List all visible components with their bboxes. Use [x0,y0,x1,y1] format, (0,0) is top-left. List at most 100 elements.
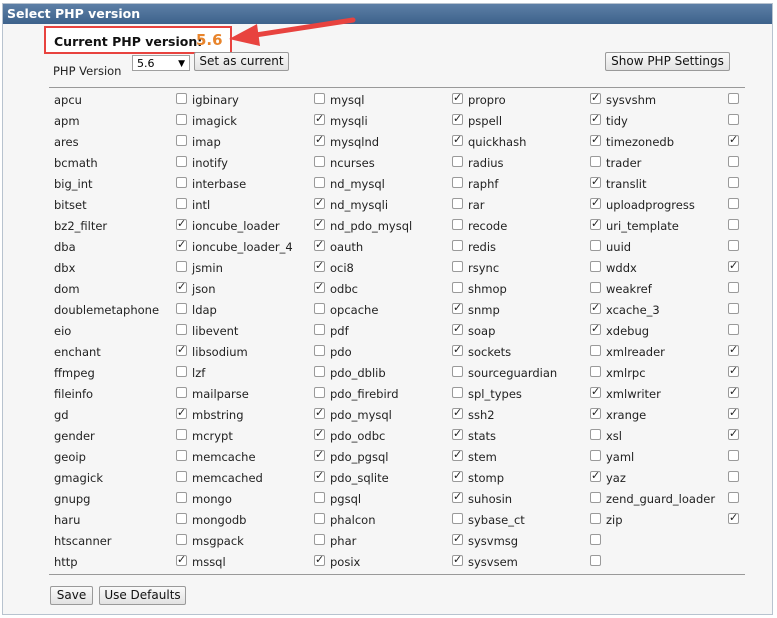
extension-checkbox[interactable] [452,282,463,293]
extension-checkbox[interactable] [728,93,739,104]
extension-checkbox[interactable] [452,553,463,566]
extension-checkbox[interactable] [590,345,601,356]
extension-checkbox[interactable] [590,91,601,104]
use-defaults-button[interactable]: Use Defaults [99,586,186,605]
extension-checkbox[interactable] [728,511,739,524]
extension-checkbox[interactable] [590,112,601,125]
extension-checkbox[interactable] [728,343,739,356]
extension-checkbox[interactable] [452,240,463,251]
extension-checkbox[interactable] [452,177,463,188]
set-as-current-button[interactable]: Set as current [194,52,289,71]
extension-checkbox[interactable] [452,156,463,167]
extension-checkbox[interactable] [176,534,187,545]
extension-checkbox[interactable] [728,427,739,440]
extension-checkbox[interactable] [452,343,463,356]
extension-checkbox[interactable] [728,303,739,314]
extension-checkbox[interactable] [452,133,463,146]
extension-checkbox[interactable] [728,240,739,251]
extension-checkbox[interactable] [176,177,187,188]
extension-checkbox[interactable] [314,492,325,503]
extension-checkbox[interactable] [176,135,187,146]
extension-checkbox[interactable] [590,175,601,188]
extension-checkbox[interactable] [728,114,739,125]
extension-checkbox[interactable] [452,198,463,209]
extension-checkbox[interactable] [452,366,463,377]
extension-checkbox[interactable] [452,532,463,545]
extension-checkbox[interactable] [728,177,739,188]
extension-checkbox[interactable] [728,219,739,230]
extension-checkbox[interactable] [314,345,325,356]
extension-checkbox[interactable] [314,534,325,545]
extension-checkbox[interactable] [590,196,601,209]
extension-checkbox[interactable] [590,282,601,293]
extension-checkbox[interactable] [452,490,463,503]
extension-checkbox[interactable] [590,450,601,461]
extension-checkbox[interactable] [452,448,463,461]
extension-checkbox[interactable] [176,93,187,104]
extension-checkbox[interactable] [728,198,739,209]
extension-checkbox[interactable] [176,238,187,251]
extension-checkbox[interactable] [176,156,187,167]
extension-checkbox[interactable] [590,429,601,440]
extension-checkbox[interactable] [314,469,325,482]
extension-checkbox[interactable] [590,261,601,272]
extension-checkbox[interactable] [590,469,601,482]
extension-checkbox[interactable] [176,324,187,335]
extension-checkbox[interactable] [452,112,463,125]
extension-checkbox[interactable] [314,93,325,104]
extension-checkbox[interactable] [590,217,601,230]
extension-checkbox[interactable] [728,133,739,146]
extension-checkbox[interactable] [314,156,325,167]
extension-checkbox[interactable] [728,282,739,293]
extension-checkbox[interactable] [590,322,601,335]
extension-checkbox[interactable] [314,406,325,419]
extension-checkbox[interactable] [452,322,463,335]
extension-checkbox[interactable] [314,513,325,524]
extension-checkbox[interactable] [590,534,601,545]
extension-checkbox[interactable] [590,133,601,146]
extension-checkbox[interactable] [452,469,463,482]
extension-checkbox[interactable] [176,553,187,566]
extension-checkbox[interactable] [728,471,739,482]
extension-checkbox[interactable] [176,114,187,125]
extension-checkbox[interactable] [452,219,463,230]
extension-checkbox[interactable] [728,259,739,272]
extension-checkbox[interactable] [176,471,187,482]
extension-checkbox[interactable] [176,429,187,440]
extension-checkbox[interactable] [728,492,739,503]
extension-checkbox[interactable] [176,387,187,398]
extension-checkbox[interactable] [314,238,325,251]
extension-checkbox[interactable] [590,555,601,566]
extension-checkbox[interactable] [590,492,601,503]
extension-checkbox[interactable] [176,261,187,272]
extension-checkbox[interactable] [314,387,325,398]
extension-checkbox[interactable] [314,553,325,566]
extension-checkbox[interactable] [452,427,463,440]
show-php-settings-button[interactable]: Show PHP Settings [605,52,730,71]
extension-checkbox[interactable] [314,448,325,461]
extension-checkbox[interactable] [452,91,463,104]
extension-checkbox[interactable] [314,177,325,188]
extension-checkbox[interactable] [176,513,187,524]
extension-checkbox[interactable] [176,280,187,293]
extension-checkbox[interactable] [728,156,739,167]
extension-checkbox[interactable] [728,324,739,335]
extension-checkbox[interactable] [452,301,463,314]
extension-checkbox[interactable] [314,427,325,440]
extension-checkbox[interactable] [590,385,601,398]
extension-checkbox[interactable] [590,156,601,167]
extension-checkbox[interactable] [452,387,463,398]
extension-checkbox[interactable] [314,366,325,377]
extension-checkbox[interactable] [590,406,601,419]
extension-checkbox[interactable] [314,196,325,209]
extension-checkbox[interactable] [314,259,325,272]
extension-checkbox[interactable] [590,366,601,377]
extension-checkbox[interactable] [176,366,187,377]
extension-checkbox[interactable] [176,217,187,230]
extension-checkbox[interactable] [314,217,325,230]
extension-checkbox[interactable] [176,303,187,314]
extension-checkbox[interactable] [314,303,325,314]
extension-checkbox[interactable] [728,385,739,398]
extension-checkbox[interactable] [452,513,463,524]
save-button[interactable]: Save [50,586,93,605]
